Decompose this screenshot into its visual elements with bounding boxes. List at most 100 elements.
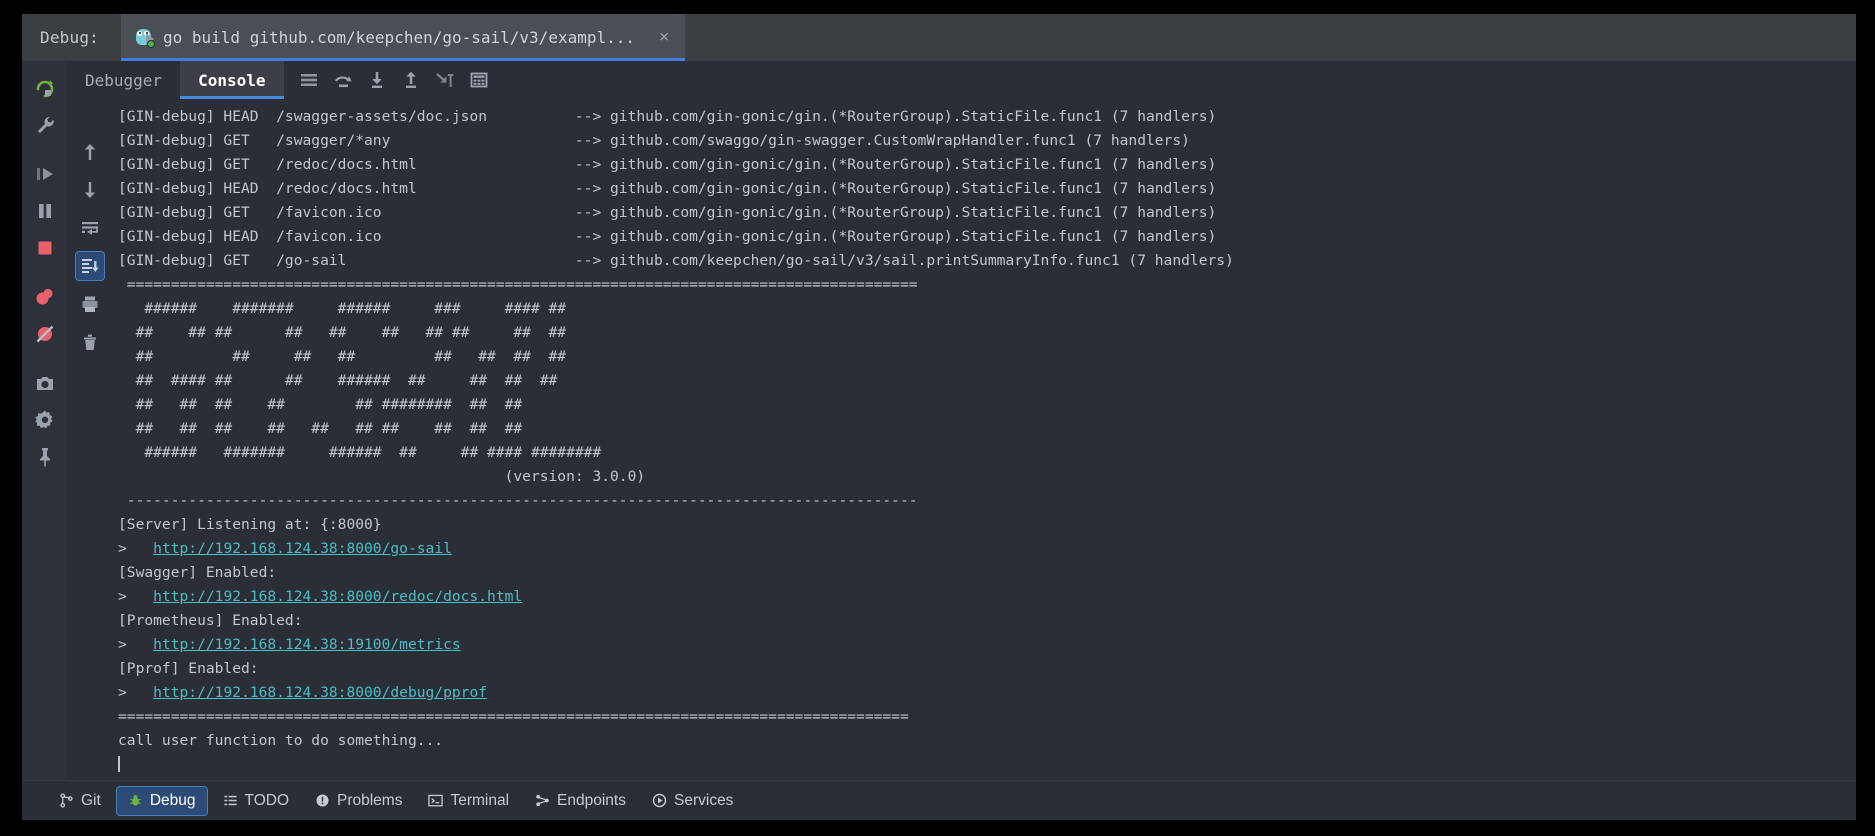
debug-label: Debug:: [22, 14, 121, 61]
console-line-link: > http://192.168.124.38:19100/metrics: [118, 633, 1856, 657]
console-line-banner: ## ## ## ## ## ## ## ##: [118, 348, 567, 365]
console-line-version: (version: 3.0.0): [118, 468, 646, 485]
scroll-to-end-icon: [81, 259, 99, 273]
screenshot-button[interactable]: [28, 366, 62, 400]
status-item-label: Git: [81, 791, 101, 809]
force-step-into-button[interactable]: [428, 61, 462, 99]
step-over-icon: [334, 76, 352, 88]
stop-icon: [38, 241, 51, 255]
debug-titlebar: Debug: go build github.com/keepchen/go-s…: [22, 14, 1856, 61]
console-url-link[interactable]: http://192.168.124.38:19100/metrics: [153, 636, 461, 653]
run-configuration-tab[interactable]: go build github.com/keepchen/go-sail/v3/…: [121, 14, 686, 61]
link-prompt: >: [118, 540, 154, 557]
status-item-label: Endpoints: [557, 791, 626, 809]
text-caret: [118, 756, 120, 772]
console-line-divider: ----------------------------------------…: [118, 492, 918, 509]
resume-icon: [36, 168, 53, 180]
console-line-gin-debug: [GIN-debug] GET /redoc/docs.html --> git…: [118, 156, 1217, 173]
print-button[interactable]: [75, 289, 105, 319]
console-url-link[interactable]: http://192.168.124.38:8000/go-sail: [153, 540, 452, 557]
status-item-problems[interactable]: Problems: [304, 787, 413, 815]
status-item-label: Terminal: [450, 791, 510, 809]
calculator-icon: [470, 72, 487, 88]
status-item-label: Debug: [149, 791, 196, 809]
lines-icon: [300, 74, 317, 86]
console-line-gin-debug: [GIN-debug] HEAD /redoc/docs.html --> gi…: [118, 180, 1217, 197]
link-prompt: >: [118, 588, 154, 605]
breakpoints-icon: [36, 288, 53, 305]
link-prompt: >: [118, 636, 154, 653]
trash-icon: [83, 334, 96, 350]
console-line-info: [Pprof] Enabled:: [118, 660, 259, 677]
status-item-debug[interactable]: Debug: [115, 785, 208, 816]
debug-actions-rail: [22, 61, 67, 780]
console-line-message: call user function to do something...: [118, 732, 444, 749]
step-over-button[interactable]: [326, 61, 360, 99]
scroll-down-button[interactable]: [75, 175, 105, 205]
console-line-banner: ## ## ## ## ## ## ## ## ## ##: [118, 324, 567, 341]
run-configuration-title: go build github.com/keepchen/go-sail/v3/…: [163, 28, 636, 47]
gear-icon: [34, 410, 53, 429]
console-line-banner: ## #### ## ## ###### ## ## ## ##: [118, 372, 558, 389]
status-item-git[interactable]: Git: [48, 787, 112, 815]
step-into-icon: [371, 72, 382, 88]
console-caret-line: [118, 753, 1856, 777]
endpoints-icon: [535, 793, 550, 808]
tab-console[interactable]: Console: [180, 61, 284, 99]
go-gopher-icon: [135, 28, 155, 48]
pin-tab-button[interactable]: [28, 440, 62, 474]
git-branch-icon: [59, 793, 74, 808]
print-icon: [82, 296, 97, 312]
show-console-menu-button[interactable]: [292, 61, 326, 99]
status-item-label: Services: [674, 791, 734, 809]
step-out-button[interactable]: [394, 61, 428, 99]
console-line-banner: ###### ####### ###### ### #### ##: [118, 300, 567, 317]
mute-breakpoints-button[interactable]: [28, 317, 62, 351]
close-icon[interactable]: ×: [641, 29, 669, 46]
services-icon: [652, 793, 667, 808]
pause-icon: [38, 204, 51, 218]
console-output[interactable]: [GIN-debug] HEAD /swagger-assets/doc.jso…: [112, 99, 1856, 780]
status-item-label: Problems: [337, 791, 403, 809]
scroll-up-button[interactable]: [75, 137, 105, 167]
soft-wrap-icon: [81, 222, 98, 235]
problems-icon: [315, 793, 330, 808]
console-url-link[interactable]: http://192.168.124.38:8000/debug/pprof: [153, 684, 487, 701]
wrench-icon: [37, 116, 54, 134]
console-line-link: > http://192.168.124.38:8000/go-sail: [118, 537, 1856, 561]
status-item-label: TODO: [244, 791, 290, 809]
resume-program-button[interactable]: [28, 157, 62, 191]
debug-settings-button[interactable]: [28, 108, 62, 142]
debug-tabs-row: Debugger Console: [67, 61, 1856, 99]
console-line-gin-debug: [GIN-debug] GET /go-sail --> github.com/…: [118, 252, 1234, 269]
debug-tool-window: Debug: go build github.com/keepchen/go-s…: [22, 14, 1856, 820]
status-item-terminal[interactable]: Terminal: [417, 787, 520, 815]
tab-debugger[interactable]: Debugger: [67, 61, 180, 99]
console-line-divider: ========================================…: [118, 276, 918, 293]
console-line-banner: ## ## ## ## ## ## ## ## ## ##: [118, 420, 523, 437]
console-line-info: [Server] Listening at: {:8000}: [118, 516, 382, 533]
evaluate-expression-button[interactable]: [462, 61, 496, 99]
soft-wrap-button[interactable]: [75, 213, 105, 243]
console-line-gin-debug: [GIN-debug] GET /swagger/*any --> github…: [118, 132, 1190, 149]
view-breakpoints-button[interactable]: [28, 280, 62, 314]
todo-list-icon: [223, 793, 238, 808]
stop-button[interactable]: [28, 231, 62, 265]
rerun-button[interactable]: [28, 71, 62, 105]
console-line-gin-debug: [GIN-debug] HEAD /favicon.ico --> github…: [118, 228, 1217, 245]
settings-button[interactable]: [28, 403, 62, 437]
console-line-link: > http://192.168.124.38:8000/debug/pprof: [118, 681, 1856, 705]
pause-program-button[interactable]: [28, 194, 62, 228]
console-panel: Debugger Console [GIN-debug] HEAD /swagg…: [67, 61, 1856, 780]
debug-bug-icon: [128, 793, 143, 808]
step-into-button[interactable]: [360, 61, 394, 99]
link-prompt: >: [118, 684, 154, 701]
pin-icon: [39, 448, 50, 467]
console-url-link[interactable]: http://192.168.124.38:8000/redoc/docs.ht…: [153, 588, 522, 605]
scroll-to-end-button[interactable]: [74, 251, 105, 281]
status-item-endpoints[interactable]: Endpoints: [524, 787, 637, 815]
console-line-gin-debug: [GIN-debug] GET /favicon.ico --> github.…: [118, 204, 1217, 221]
status-item-services[interactable]: Services: [641, 787, 744, 815]
status-item-todo[interactable]: TODO: [212, 787, 301, 815]
clear-all-button[interactable]: [75, 327, 105, 357]
